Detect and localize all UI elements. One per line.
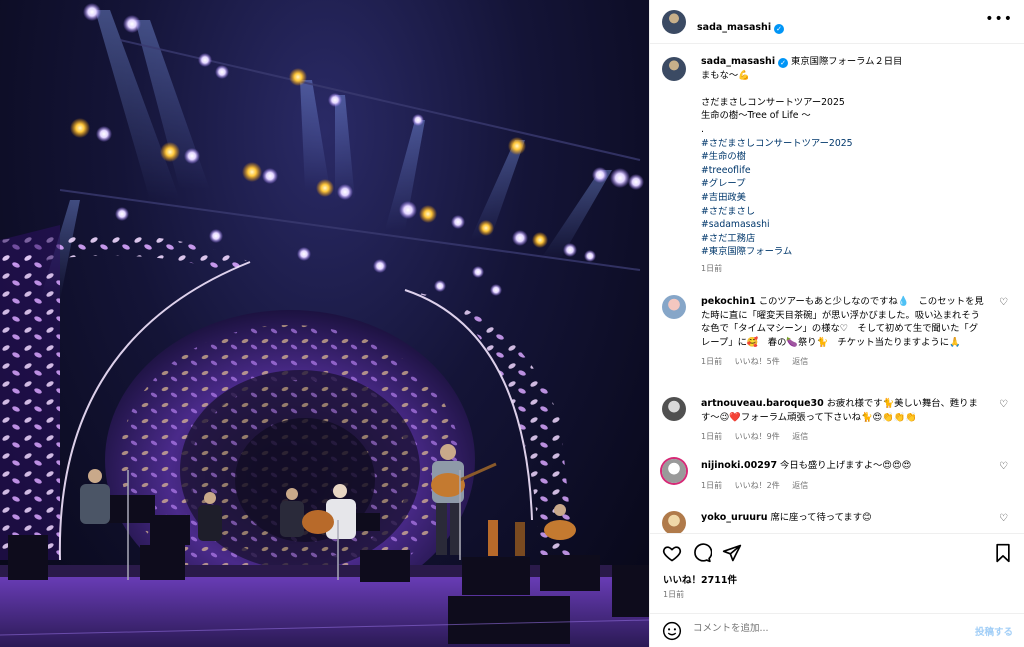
commenter-username[interactable]: nijinoki.00297 — [701, 460, 777, 471]
commenter-avatar[interactable] — [662, 295, 686, 319]
comment-bubble-icon[interactable] — [692, 543, 712, 563]
caption-dot: . — [701, 123, 704, 135]
post-actions: いいね！2711件 1日前 投稿する — [650, 533, 1024, 647]
caption-timestamp[interactable]: 1日前 — [701, 262, 1001, 276]
post-header: sada_masashi ✓ ••• — [650, 0, 1024, 44]
commenter-username[interactable]: artnouveau.baroque30 — [701, 398, 824, 409]
comment-input[interactable] — [693, 623, 943, 634]
comment-meta: 1日前 いいね！9件 返信 — [701, 430, 986, 444]
commenter-avatar[interactable] — [662, 459, 686, 483]
caption-text-line-1: 東京国際フォーラム２日目 — [791, 56, 903, 67]
commenter-avatar[interactable] — [662, 397, 686, 421]
verified-badge-icon: ✓ — [774, 24, 785, 34]
comments-section[interactable]: sada_masashi ✓ 東京国際フォーラム２日目 まもな〜💪 さだまさしコン… — [650, 45, 1024, 533]
comment-heart-icon[interactable]: ♡ — [999, 461, 1008, 472]
comment-like-count[interactable]: いいね！5件 — [735, 357, 780, 366]
comment-text: 今日も盛り上げますよ〜😍😍😍 — [780, 460, 912, 471]
hashtag-link[interactable]: #さだまさし — [701, 205, 1001, 219]
comment-timestamp[interactable]: 1日前 — [701, 432, 722, 441]
comment-meta: 1日前 いいね！5件 返信 — [701, 355, 986, 369]
comment-body: yoko_uruuru 席に座って待ってます😊 — [701, 511, 986, 525]
hashtag-link[interactable]: #sadamasashi — [701, 218, 1001, 232]
hashtag-link[interactable]: #グレープ — [701, 177, 1001, 191]
author-avatar[interactable] — [662, 10, 686, 34]
like-heart-icon[interactable] — [662, 543, 682, 563]
hashtag-link[interactable]: #吉田政美 — [701, 191, 1001, 205]
hashtag-link[interactable]: #生命の樹 — [701, 150, 1001, 164]
emoji-icon[interactable] — [662, 621, 682, 641]
post-photo[interactable] — [0, 0, 649, 647]
commenter-username[interactable]: pekochin1 — [701, 296, 756, 307]
comment-heart-icon[interactable]: ♡ — [999, 513, 1008, 524]
caption-text-line-2: まもな〜💪 — [701, 69, 750, 81]
caption-avatar[interactable] — [662, 57, 686, 81]
comment-timestamp[interactable]: 1日前 — [701, 481, 722, 490]
author-username[interactable]: sada_masashi — [697, 22, 771, 33]
comment-like-count[interactable]: いいね！2件 — [735, 481, 780, 490]
comment-body: artnouveau.baroque30 お疲れ様です🐈美しい舞台、甦ります〜😉… — [701, 397, 986, 444]
caption-tour-title: さだまさしコンサートツアー2025 — [701, 96, 845, 108]
post-date[interactable]: 1日前 — [663, 589, 684, 600]
post-caption: sada_masashi ✓ 東京国際フォーラム２日目 まもな〜💪 さだまさしコン… — [701, 55, 1001, 276]
hashtag-link[interactable]: #東京国際フォーラム — [701, 245, 1001, 259]
add-comment-bar: 投稿する — [650, 613, 1024, 647]
concert-stage-illustration — [0, 3, 649, 647]
hashtag-link[interactable]: #treeoflife — [701, 164, 1001, 178]
comment-like-count[interactable]: いいね！9件 — [735, 432, 780, 441]
comment-heart-icon[interactable]: ♡ — [999, 399, 1008, 410]
comment-reply-button[interactable]: 返信 — [792, 357, 808, 366]
comment-reply-button[interactable]: 返信 — [792, 481, 808, 490]
save-bookmark-icon[interactable] — [993, 543, 1013, 563]
share-paper-plane-icon[interactable] — [722, 543, 742, 563]
commenter-username[interactable]: yoko_uruuru — [701, 512, 767, 523]
hashtag-link[interactable]: #さだ工務店 — [701, 232, 1001, 246]
like-count[interactable]: いいね！2711件 — [663, 572, 737, 586]
comment-reply-button[interactable]: 返信 — [792, 432, 808, 441]
comment-text: 席に座って待ってます😊 — [770, 512, 872, 523]
post-comment-button[interactable]: 投稿する — [975, 624, 1013, 638]
comment-heart-icon[interactable]: ♡ — [999, 297, 1008, 308]
post-sidebar: sada_masashi ✓ ••• sada_masashi ✓ 東京国際フォーラ… — [649, 0, 1024, 647]
hashtag-link[interactable]: #さだまさしコンサートツアー2025 — [701, 137, 1001, 151]
commenter-avatar[interactable] — [662, 511, 686, 533]
comment-body: nijinoki.00297 今日も盛り上げますよ〜😍😍😍 1日前 いいね！2件… — [701, 459, 986, 492]
comment-timestamp[interactable]: 1日前 — [701, 357, 722, 366]
comment-body: pekochin1 このツアーもあと少しなのですね💧 このセットを見た時に直に「… — [701, 295, 986, 369]
caption-tour-subtitle: 生命の樹〜Tree of Life 〜 — [701, 110, 811, 122]
caption-username[interactable]: sada_masashi — [701, 56, 775, 67]
comment-meta: 1日前 いいね！2件 返信 — [701, 479, 986, 493]
author-name-row: sada_masashi ✓ — [697, 15, 785, 34]
more-options-icon[interactable]: ••• — [985, 12, 1013, 26]
verified-badge-icon: ✓ — [778, 58, 789, 68]
